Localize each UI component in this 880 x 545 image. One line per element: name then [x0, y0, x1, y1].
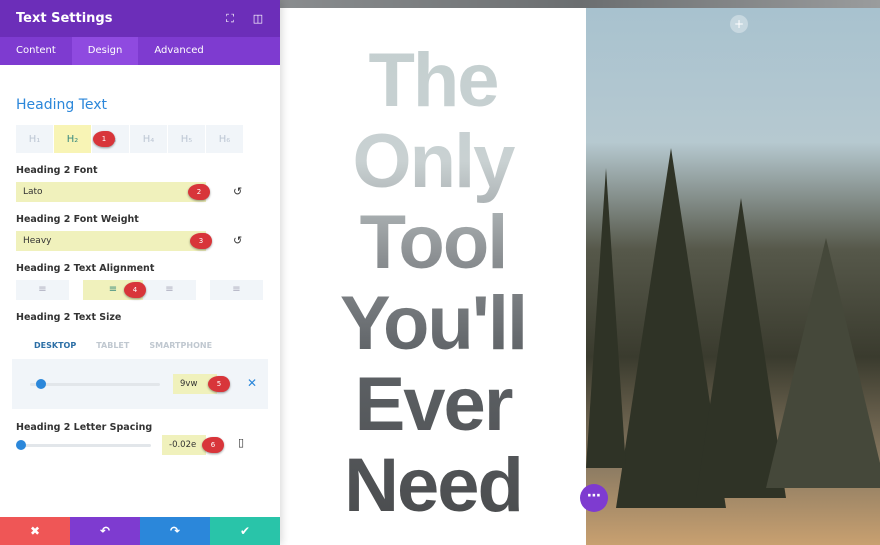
- redo-button[interactable]: ↷: [140, 517, 210, 545]
- close-icon[interactable]: ✕: [247, 376, 257, 390]
- panel-title: Text Settings: [16, 11, 113, 26]
- spacing-slider-handle[interactable]: [16, 440, 26, 450]
- panel-header: Text Settings ⛶ ◫: [0, 0, 280, 37]
- tab-content[interactable]: Content: [0, 37, 72, 65]
- heading-line: Ever: [354, 362, 512, 447]
- tab-advanced[interactable]: Advanced: [138, 37, 219, 65]
- settings-panel: Text Settings ⛶ ◫ Content Design Advance…: [0, 0, 280, 545]
- page-heading[interactable]: The Only Tool You'll Ever Need: [280, 40, 586, 526]
- h5-button[interactable]: H₅: [168, 125, 205, 153]
- heading-line: The: [368, 38, 498, 123]
- top-image-strip: [280, 0, 880, 8]
- marker-2: 2: [188, 184, 210, 200]
- tab-design[interactable]: Design: [71, 37, 139, 65]
- weight-select[interactable]: Heavy: [16, 231, 206, 251]
- fullscreen-icon[interactable]: ⛶: [224, 12, 236, 25]
- spacing-input[interactable]: -0.02e: [162, 435, 206, 455]
- align-right-button[interactable]: ≡: [143, 280, 196, 300]
- font-label: Heading 2 Font: [16, 165, 98, 176]
- section-title: Heading Text: [16, 97, 108, 113]
- marker-3: 3: [190, 233, 212, 249]
- page-canvas: The Only Tool You'll Ever Need + ⋯: [280, 0, 880, 545]
- size-label: Heading 2 Text Size: [16, 312, 122, 323]
- marker-1: 1: [93, 131, 115, 147]
- spacing-slider-track[interactable]: [18, 444, 151, 447]
- sidebar-toggle-icon[interactable]: ◫: [252, 12, 264, 25]
- align-left-button[interactable]: ≡: [16, 280, 69, 300]
- font-select[interactable]: Lato: [16, 182, 206, 202]
- text-size-control: 9vw 5 ✕: [12, 359, 268, 409]
- add-icon[interactable]: +: [730, 15, 748, 33]
- marker-6: 6: [202, 437, 224, 453]
- heading-line: Need: [344, 443, 522, 528]
- more-options-button[interactable]: ⋯: [580, 484, 608, 512]
- tab-smartphone[interactable]: SMARTPHONE: [139, 333, 222, 359]
- reset-icon[interactable]: ↺: [233, 185, 242, 198]
- size-slider-handle[interactable]: [36, 379, 46, 389]
- align-label: Heading 2 Text Alignment: [16, 263, 155, 274]
- align-justify-button[interactable]: ≡: [210, 280, 263, 300]
- heading-line: You'll: [339, 281, 527, 366]
- tab-desktop[interactable]: DESKTOP: [24, 333, 87, 359]
- h1-button[interactable]: H₁: [16, 125, 53, 153]
- heading-line: Only: [352, 119, 514, 204]
- device-icon[interactable]: ▯: [238, 436, 244, 449]
- save-button[interactable]: ✔: [210, 517, 280, 545]
- spacing-label: Heading 2 Letter Spacing: [16, 422, 153, 433]
- tab-tablet[interactable]: TABLET: [86, 333, 139, 359]
- marker-5: 5: [208, 376, 230, 392]
- size-slider-track[interactable]: [30, 383, 160, 386]
- heading-line: Tool: [359, 200, 507, 285]
- forest-image: [586, 8, 880, 545]
- reset-icon[interactable]: ↺: [233, 234, 242, 247]
- h4-button[interactable]: H₄: [130, 125, 167, 153]
- weight-label: Heading 2 Font Weight: [16, 214, 139, 225]
- marker-4: 4: [124, 282, 146, 298]
- cancel-button[interactable]: ✖: [0, 517, 70, 545]
- h2-button[interactable]: H₂: [54, 125, 91, 153]
- undo-button[interactable]: ↶: [70, 517, 140, 545]
- h6-button[interactable]: H₆: [206, 125, 243, 153]
